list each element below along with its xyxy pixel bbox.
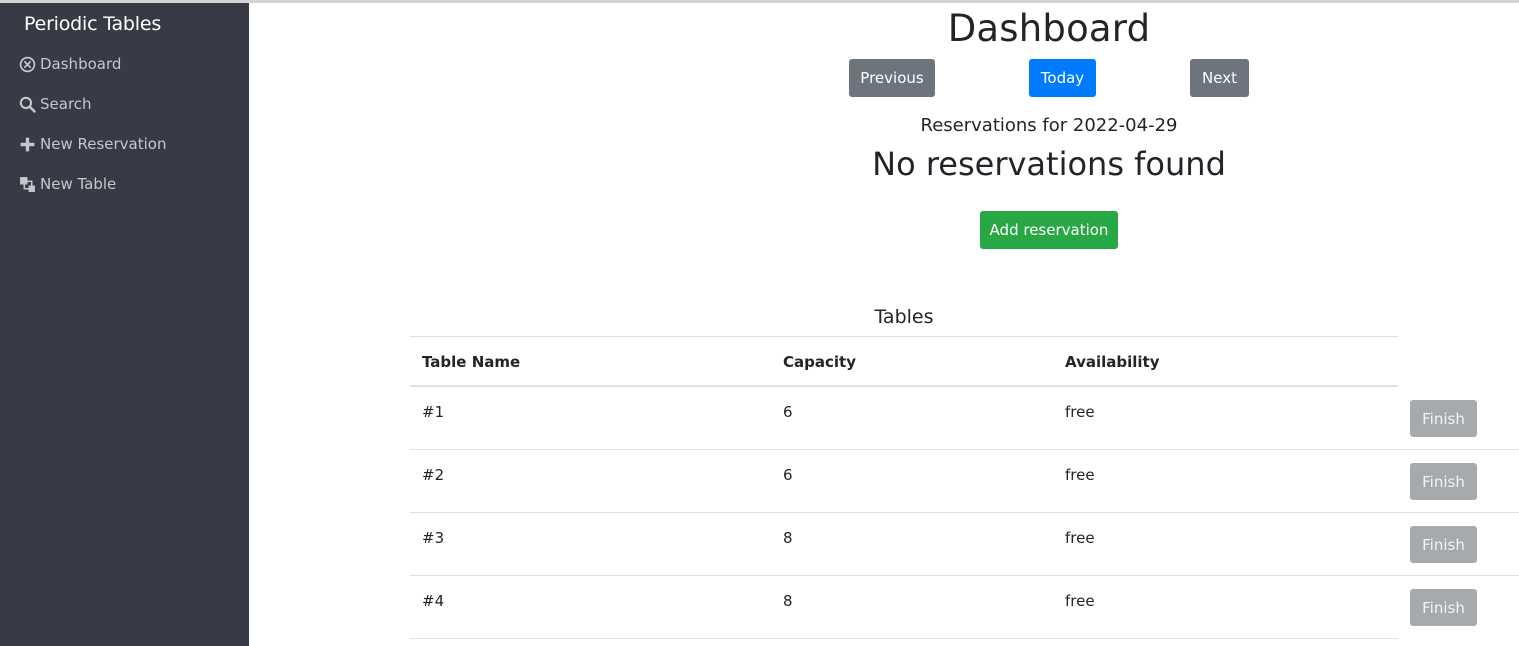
page-title: Dashboard (947, 7, 1151, 50)
row-divider (410, 638, 1398, 639)
row-availability: free (1065, 466, 1095, 484)
sidebar-item-new-table[interactable]: New Table (19, 172, 116, 196)
row-divider (410, 575, 1519, 576)
sidebar-item-label: Dashboard (40, 55, 122, 73)
finish-button[interactable]: Finish (1410, 526, 1477, 563)
finish-button[interactable]: Finish (1410, 463, 1477, 500)
search-icon (19, 96, 36, 113)
header-divider (410, 385, 1398, 387)
row-availability: free (1065, 592, 1095, 610)
column-header-table-name: Table Name (422, 353, 521, 371)
sidebar: Periodic Tables Dashboard Search New Res… (0, 3, 249, 646)
next-button[interactable]: Next (1190, 59, 1249, 97)
row-table-name: #3 (422, 529, 445, 547)
previous-button[interactable]: Previous (849, 59, 935, 97)
row-table-name: #4 (422, 592, 445, 610)
empty-message: No reservations found (872, 145, 1226, 183)
column-header-capacity: Capacity (783, 353, 856, 371)
reservations-heading: Reservations for 2022-04-29 (920, 115, 1178, 136)
row-table-name: #2 (422, 466, 445, 484)
row-capacity: 6 (783, 403, 793, 421)
main-content: Dashboard Previous Today Next Reservatio… (249, 3, 1519, 646)
column-header-availability: Availability (1065, 353, 1160, 371)
row-capacity: 8 (783, 529, 793, 547)
layers-icon (19, 176, 36, 193)
finish-button[interactable]: Finish (1410, 589, 1477, 626)
today-button[interactable]: Today (1029, 59, 1096, 97)
row-divider (410, 449, 1519, 450)
row-capacity: 8 (783, 592, 793, 610)
table-top-divider (410, 336, 1398, 337)
row-capacity: 6 (783, 466, 793, 484)
add-reservation-button[interactable]: Add reservation (980, 211, 1118, 249)
row-table-name: #1 (422, 403, 445, 421)
row-availability: free (1065, 403, 1095, 421)
row-availability: free (1065, 529, 1095, 547)
sidebar-item-label: New Reservation (40, 135, 167, 153)
dashboard-icon (19, 56, 36, 73)
sidebar-item-label: New Table (40, 175, 117, 193)
row-divider (410, 512, 1519, 513)
sidebar-item-label: Search (40, 95, 92, 113)
sidebar-item-new-reservation[interactable]: New Reservation (19, 132, 166, 156)
finish-button[interactable]: Finish (1410, 400, 1477, 437)
app-brand[interactable]: Periodic Tables (24, 13, 161, 35)
tables-title: Tables (874, 306, 934, 328)
sidebar-item-search[interactable]: Search (19, 92, 92, 116)
plus-icon (19, 136, 36, 153)
sidebar-item-dashboard[interactable]: Dashboard (19, 52, 121, 76)
